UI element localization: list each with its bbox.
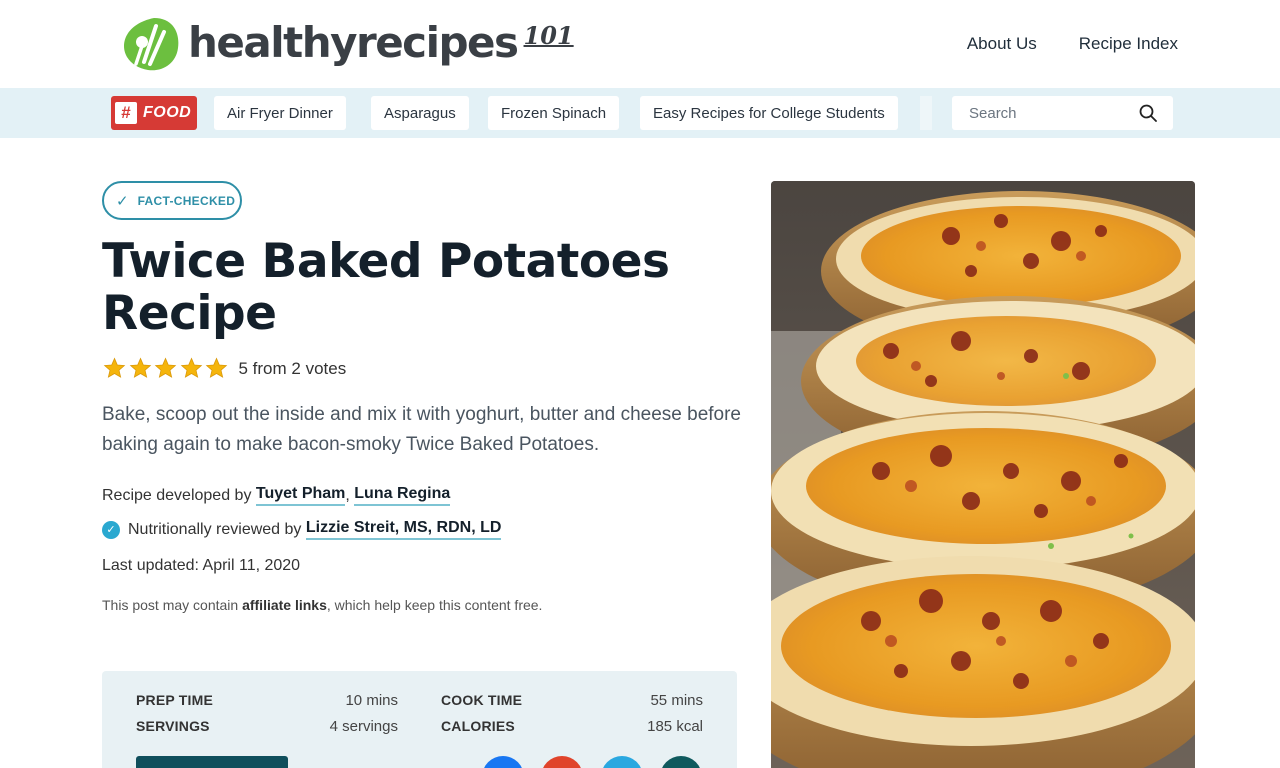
servings-value: 4 servings (329, 718, 398, 735)
top-nav: About Us Recipe Index (967, 34, 1178, 54)
facebook-share-button[interactable] (482, 756, 524, 768)
food-badge-label: FOOD (143, 104, 192, 121)
recipe-hero-image (771, 181, 1195, 768)
site-logo[interactable]: healthyrecipes 101 (120, 12, 574, 74)
email-share-button[interactable] (660, 756, 702, 768)
cook-time-value: 55 mins (650, 692, 703, 709)
tag-easy-recipes-college[interactable]: Easy Recipes for College Students (640, 96, 898, 130)
author-link-tuyet-pham[interactable]: Tuyet Pham (255, 485, 346, 506)
author-link-luna-regina[interactable]: Luna Regina (354, 485, 451, 506)
star-icon (103, 357, 126, 378)
star-icon (180, 357, 202, 378)
tag-asparagus[interactable]: Asparagus (371, 96, 469, 130)
star-icon (205, 357, 228, 378)
recipe-description: Bake, scoop out the inside and mix it wi… (102, 404, 741, 455)
affiliate-links-link[interactable]: affiliate links (242, 597, 327, 613)
rating-text: 5 from 2 votes (238, 358, 347, 378)
last-updated: Last updated: April 11, 2020 (102, 557, 300, 575)
page-title: Twice Baked Potatoes Recipe (102, 234, 670, 341)
last-updated-label: Last updated: (102, 557, 199, 574)
search-input[interactable] (952, 96, 1132, 130)
reviewer-link[interactable]: Lizzie Streit, MS, RDN, LD (305, 519, 502, 540)
pinterest-share-button[interactable] (541, 756, 583, 768)
prep-time-value: 10 mins (345, 692, 398, 709)
developed-by-label: Recipe developed by (102, 486, 252, 504)
prep-time-label: PREP TIME (136, 692, 214, 708)
search-icon[interactable] (1139, 104, 1157, 122)
cook-time-label: COOK TIME (441, 692, 523, 708)
site-header: healthyrecipes 101 About Us Recipe Index (0, 0, 1280, 88)
recipe-byline: Recipe developed by Tuyet Pham, Luna Reg… (102, 485, 451, 506)
check-icon: ✓ (116, 192, 129, 210)
star-icon (154, 357, 177, 378)
nav-recipe-index[interactable]: Recipe Index (1079, 34, 1178, 54)
fact-checked-label: FACT-CHECKED (137, 193, 236, 208)
topic-tag-bar: # FOOD Air Fryer Dinner Asparagus Frozen… (0, 88, 1280, 138)
logo-number: 101 (523, 20, 574, 50)
twice-baked-potatoes-photo (771, 181, 1195, 768)
food-badge[interactable]: # FOOD (111, 96, 197, 130)
tag-frozen-spinach[interactable]: Frozen Spinach (488, 96, 620, 130)
fact-checked-badge[interactable]: ✓ FACT-CHECKED (102, 181, 242, 220)
star-icon (129, 357, 151, 378)
logo-wordmark: healthyrecipes (188, 18, 519, 67)
disclaimer-text-before: This post may contain (102, 597, 239, 613)
recipe-info-box: PREP TIME 10 mins COOK TIME 55 mins SERV… (102, 671, 737, 768)
twitter-share-button[interactable] (601, 756, 643, 768)
calories-label: CALORIES (441, 718, 515, 734)
star-rating[interactable]: 5 from 2 votes (103, 357, 346, 380)
disclaimer-text-after: , which help keep this content free. (326, 597, 543, 613)
servings-label: SERVINGS (136, 718, 210, 734)
hash-icon: # (115, 102, 137, 124)
nutrition-review-line: ✓ Nutritionally reviewed by Lizzie Strei… (102, 519, 502, 540)
affiliate-disclaimer: This post may contain affiliate links, w… (102, 597, 542, 613)
nav-about-us[interactable]: About Us (967, 34, 1037, 54)
calories-value: 185 kcal (647, 718, 703, 735)
tag-scroll-fade (920, 96, 932, 130)
verified-icon: ✓ (102, 520, 120, 539)
jump-to-recipe-button[interactable] (136, 756, 288, 768)
search-box (952, 96, 1173, 130)
logo-leaf-icon (124, 18, 179, 71)
reviewed-by-label: Nutritionally reviewed by (128, 520, 302, 538)
last-updated-date: April 11, 2020 (202, 557, 301, 574)
tag-air-fryer-dinner[interactable]: Air Fryer Dinner (214, 96, 346, 130)
